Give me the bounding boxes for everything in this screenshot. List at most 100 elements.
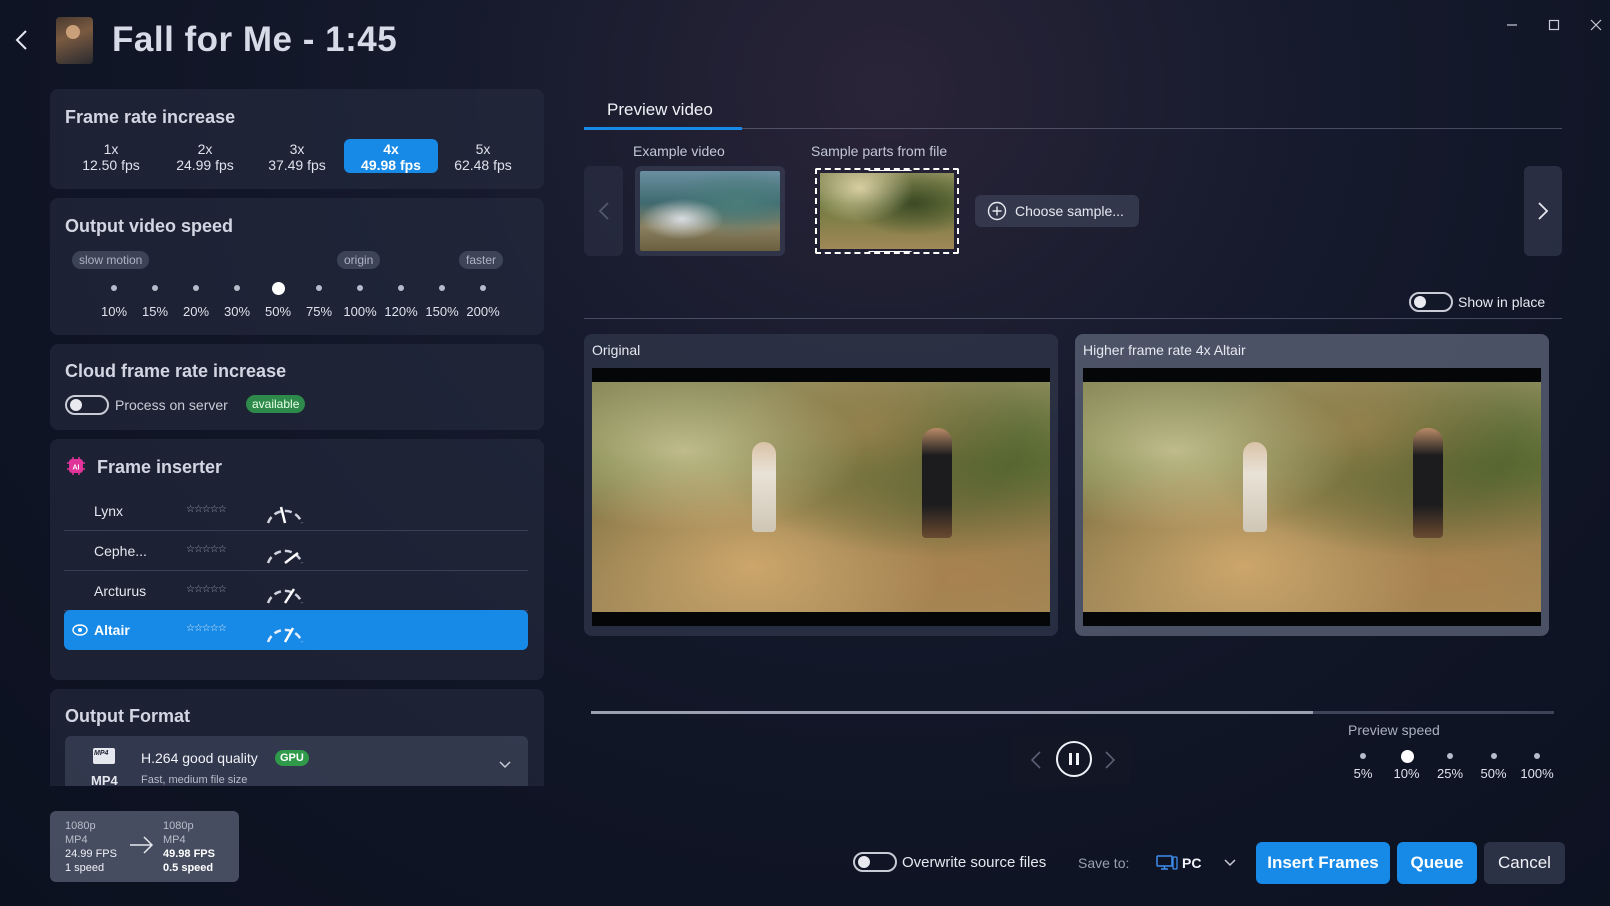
example-video-label: Example video — [633, 143, 725, 159]
model-row-arcturus[interactable]: Arcturus ☆☆☆☆☆ — [64, 571, 528, 611]
chevron-down-icon[interactable] — [1224, 859, 1236, 867]
slow-motion-pill: slow motion — [72, 251, 150, 269]
fps-mult: 2x — [197, 141, 213, 157]
speed-step-label: 100% — [343, 304, 377, 319]
chevron-left-icon — [15, 30, 27, 50]
overwrite-toggle[interactable] — [853, 852, 897, 872]
target-fps: 49.98 FPS — [163, 848, 215, 860]
speed-step-dot[interactable] — [152, 285, 158, 291]
original-label: Original — [592, 342, 641, 358]
source-fps: 24.99 FPS — [65, 848, 117, 860]
output-speed-title: Output video speed — [65, 216, 234, 236]
tab-active-indicator — [584, 127, 742, 130]
cloud-panel — [50, 344, 544, 430]
speed-step-dot[interactable] — [193, 285, 199, 291]
speed-step-label: 120% — [384, 304, 418, 319]
format-dropdown[interactable]: MP4 H.264 good quality GPU Fast, medium … — [65, 736, 528, 788]
next-frame-icon[interactable] — [1104, 750, 1116, 770]
trim-handle-bottom[interactable] — [867, 251, 913, 252]
overwrite-label: Overwrite source files — [902, 854, 1047, 871]
speed-step-label: 150% — [425, 304, 459, 319]
model-name: Lynx — [94, 503, 124, 519]
fps-option-2x[interactable]: 2x 24.99 fps — [160, 139, 250, 173]
close-icon[interactable] — [1585, 14, 1607, 36]
preview-speed-dot[interactable] — [1400, 750, 1414, 763]
source-res: 1080p — [65, 820, 96, 832]
example-video-card[interactable] — [635, 166, 785, 256]
choose-sample-label: Choose sample... — [1015, 203, 1124, 219]
container-label: MP4 — [91, 773, 118, 788]
preview-speed-label: 25% — [1436, 766, 1464, 781]
speed-step-dot[interactable] — [234, 285, 240, 291]
speed-step-dot[interactable] — [357, 285, 363, 291]
speed-step-dot[interactable] — [111, 285, 117, 291]
target-speed: 0.5 speed — [163, 862, 214, 874]
model-row-lynx[interactable]: Lynx ☆☆☆☆☆ — [64, 491, 528, 531]
model-row-altair[interactable]: Altair ☆☆☆☆☆ — [64, 610, 528, 650]
format-description: Fast, medium file size — [141, 774, 248, 786]
insert-frames-button[interactable]: Insert Frames — [1256, 842, 1390, 884]
speed-step-dot[interactable] — [271, 281, 285, 295]
ai-chip-icon: AI — [65, 455, 87, 477]
source-info: 1080p MP4 24.99 FPS 1 speed — [65, 819, 117, 875]
choose-sample-button[interactable]: Choose sample... — [975, 195, 1139, 227]
samples-prev-button[interactable] — [584, 166, 623, 256]
preview-speed-dot[interactable] — [1534, 753, 1540, 759]
preview-divider — [584, 318, 1562, 319]
speed-step-dot[interactable] — [398, 285, 404, 291]
faster-pill: faster — [459, 251, 504, 269]
fps-option-4x[interactable]: 4x 49.98 fps — [344, 139, 438, 173]
model-name: Altair — [94, 622, 130, 638]
arrow-right-icon — [130, 836, 154, 854]
sample-parts-label: Sample parts from file — [811, 143, 948, 159]
fps-value: 12.50 fps — [82, 157, 140, 173]
preview-speed-dot[interactable] — [1360, 753, 1366, 759]
model-name: Arcturus — [94, 583, 147, 599]
sample-parts-card[interactable] — [815, 168, 959, 254]
cloud-title: Cloud frame rate increase — [65, 361, 287, 381]
fps-option-1x[interactable]: 1x 12.50 fps — [66, 139, 156, 173]
original-video-panel: Original — [584, 334, 1058, 636]
speed-step-label: 200% — [466, 304, 500, 319]
fps-mult: 3x — [289, 141, 305, 157]
speed-step-dot[interactable] — [480, 285, 486, 291]
fps-option-3x[interactable]: 3x 37.49 fps — [252, 139, 342, 173]
origin-pill: origin — [337, 251, 381, 269]
video-scene — [1083, 382, 1541, 612]
process-on-server-label: Process on server — [115, 397, 228, 413]
playback-progress-fill — [591, 711, 1313, 714]
speed-gauge-icon — [266, 627, 304, 643]
tab-preview-video[interactable]: Preview video — [607, 100, 713, 120]
preview-speed-dot[interactable] — [1447, 753, 1453, 759]
process-on-server-toggle[interactable] — [65, 395, 109, 415]
save-to-label: Save to: — [1078, 855, 1130, 871]
prev-frame-icon[interactable] — [1030, 750, 1042, 770]
back-button[interactable] — [8, 26, 36, 54]
cancel-button[interactable]: Cancel — [1484, 842, 1565, 884]
speed-step-dot[interactable] — [439, 285, 445, 291]
speed-step-dot[interactable] — [316, 285, 322, 291]
pause-button[interactable] — [1056, 741, 1092, 777]
quality-stars: ☆☆☆☆☆ — [186, 623, 227, 634]
fps-option-5x[interactable]: 5x 62.48 fps — [438, 139, 528, 173]
processed-video-panel: Higher frame rate 4x Altair — [1075, 334, 1549, 636]
scene-figure — [1413, 428, 1443, 538]
speed-step-label: 30% — [223, 304, 251, 319]
quality-stars: ☆☆☆☆☆ — [186, 584, 227, 595]
original-video-frame[interactable] — [592, 368, 1050, 626]
speed-gauge-icon — [266, 588, 304, 604]
preview-speed-dot[interactable] — [1490, 753, 1497, 759]
queue-button[interactable]: Queue — [1397, 842, 1477, 884]
samples-next-button[interactable] — [1524, 166, 1562, 256]
scene-figure — [752, 442, 776, 532]
show-in-place-toggle[interactable] — [1409, 292, 1453, 312]
minimize-icon[interactable] — [1501, 14, 1523, 36]
model-row-cepheus[interactable]: Cephe... ☆☆☆☆☆ — [64, 531, 528, 571]
trim-handle-top[interactable] — [867, 170, 913, 171]
maximize-icon[interactable] — [1543, 14, 1565, 36]
target-res: 1080p — [163, 820, 194, 832]
speed-step-label: 50% — [264, 304, 292, 319]
preview-speed-label: 10% — [1393, 766, 1420, 781]
processed-video-frame[interactable] — [1083, 368, 1541, 626]
preview-speed-label: 5% — [1353, 766, 1373, 781]
